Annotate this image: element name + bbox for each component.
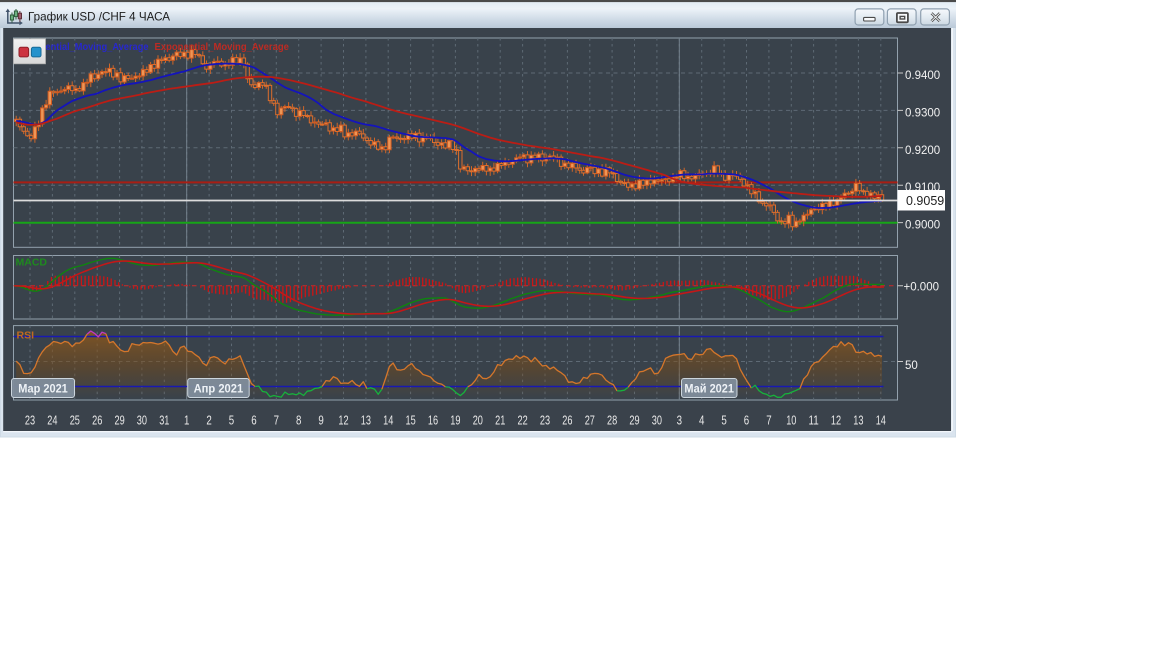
svg-text:4: 4 <box>699 414 704 428</box>
svg-text:RSI: RSI <box>17 330 35 342</box>
svg-text:7: 7 <box>766 414 771 428</box>
svg-text:25: 25 <box>70 414 80 428</box>
svg-text:+0.000: +0.000 <box>904 282 940 294</box>
svg-text:9: 9 <box>318 414 323 428</box>
svg-text:Exponential_Moving_Average: Exponential_Moving_Average <box>155 41 290 53</box>
svg-text:3: 3 <box>677 414 682 428</box>
svg-text:6: 6 <box>251 414 256 428</box>
svg-text:29: 29 <box>115 414 125 428</box>
svg-text:12: 12 <box>338 414 348 428</box>
svg-text:12: 12 <box>831 414 841 428</box>
svg-text:23: 23 <box>540 414 550 428</box>
svg-text:27: 27 <box>585 414 595 428</box>
svg-text:23: 23 <box>25 414 35 428</box>
svg-text:Мар 2021: Мар 2021 <box>18 384 68 396</box>
svg-text:11: 11 <box>809 414 819 428</box>
svg-text:50: 50 <box>905 360 918 372</box>
svg-text:14: 14 <box>876 414 886 428</box>
svg-text:13: 13 <box>361 414 371 428</box>
svg-text:31: 31 <box>159 414 169 428</box>
svg-text:30: 30 <box>652 414 662 428</box>
svg-text:0.9300: 0.9300 <box>905 107 940 119</box>
svg-text:2: 2 <box>206 414 211 428</box>
svg-text:13: 13 <box>853 414 863 428</box>
svg-text:0.9059: 0.9059 <box>906 194 944 208</box>
svg-text:21: 21 <box>495 414 505 428</box>
svg-text:24: 24 <box>47 414 57 428</box>
svg-text:22: 22 <box>518 414 528 428</box>
svg-text:20: 20 <box>473 414 483 428</box>
svg-text:8: 8 <box>296 414 301 428</box>
svg-text:0.9400: 0.9400 <box>905 70 940 82</box>
svg-text:26: 26 <box>92 414 102 428</box>
svg-text:28: 28 <box>607 414 617 428</box>
svg-text:Май 2021: Май 2021 <box>684 384 734 396</box>
svg-text:5: 5 <box>721 414 726 428</box>
svg-text:7: 7 <box>274 414 279 428</box>
svg-text:1: 1 <box>184 414 189 428</box>
svg-text:16: 16 <box>428 414 438 428</box>
svg-text:19: 19 <box>450 414 460 428</box>
svg-text:0.9000: 0.9000 <box>905 220 940 232</box>
svg-text:График USD /CHF 4 ЧАСА: График USD /CHF 4 ЧАСА <box>28 9 170 23</box>
svg-text:14: 14 <box>383 414 393 428</box>
svg-text:30: 30 <box>137 414 147 428</box>
svg-text:0.9200: 0.9200 <box>905 145 940 157</box>
svg-text:Апр 2021: Апр 2021 <box>194 384 244 396</box>
svg-text:15: 15 <box>406 414 416 428</box>
svg-text:MACD: MACD <box>16 257 48 269</box>
svg-text:6: 6 <box>744 414 749 428</box>
svg-text:5: 5 <box>229 414 234 428</box>
svg-text:29: 29 <box>629 414 639 428</box>
svg-text:10: 10 <box>786 414 796 428</box>
svg-text:ential_Moving_Average: ential_Moving_Average <box>46 41 149 53</box>
svg-text:26: 26 <box>562 414 572 428</box>
